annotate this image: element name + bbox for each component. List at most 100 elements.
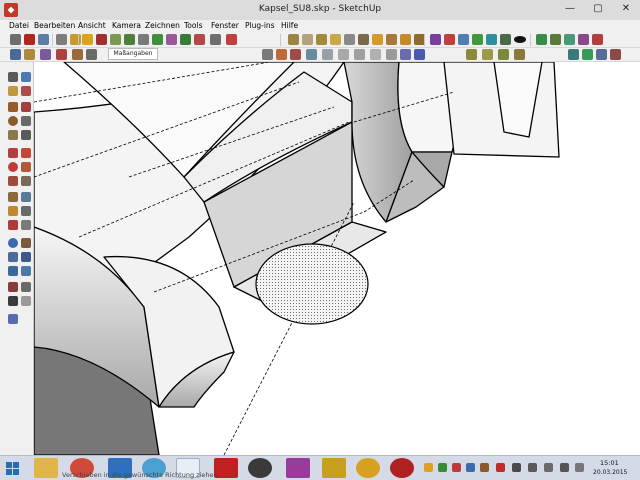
- clock-time[interactable]: 15:01: [600, 459, 619, 467]
- section-icon[interactable]: [386, 34, 397, 45]
- polygon-tool-icon[interactable]: [8, 130, 18, 140]
- undo-icon[interactable]: [110, 34, 121, 45]
- push-pull-tool-icon[interactable]: [21, 148, 31, 158]
- sandbox-tool-icon[interactable]: [8, 314, 18, 324]
- 3d-text-icon[interactable]: [21, 220, 31, 230]
- push-pull-icon[interactable]: [194, 34, 205, 45]
- outliner-icon[interactable]: [414, 49, 425, 60]
- camera-icon[interactable]: [390, 458, 414, 478]
- tray-app-icon-2[interactable]: [438, 463, 447, 472]
- menu-window[interactable]: Fenster: [211, 21, 239, 30]
- windows-start-icon[interactable]: [6, 462, 20, 476]
- move-tool-icon[interactable]: [8, 148, 18, 158]
- open-icon[interactable]: [24, 34, 35, 45]
- menu-tools[interactable]: Tools: [184, 21, 202, 30]
- textured-icon[interactable]: [322, 49, 333, 60]
- arc-tool-icon[interactable]: [21, 116, 31, 126]
- text-tool-icon[interactable]: [21, 206, 31, 216]
- file-explorer-icon[interactable]: [34, 458, 58, 478]
- position-camera-icon[interactable]: [514, 49, 525, 60]
- layer-icon[interactable]: [400, 49, 411, 60]
- circle-face[interactable]: [255, 243, 369, 325]
- arc-icon[interactable]: [472, 34, 483, 45]
- fog-icon[interactable]: [370, 49, 381, 60]
- wifi-icon[interactable]: [560, 463, 569, 472]
- dimension-icon[interactable]: [358, 34, 369, 45]
- position-camera-tool-icon[interactable]: [8, 282, 18, 292]
- model-info-icon[interactable]: [152, 34, 163, 45]
- paint-icon[interactable]: [180, 34, 191, 45]
- section-plane-icon[interactable]: [21, 296, 31, 306]
- menu-plugins[interactable]: Plug-ins: [245, 21, 275, 30]
- protractor-icon[interactable]: [372, 34, 383, 45]
- tray-flag-icon[interactable]: [496, 463, 505, 472]
- left-view-icon[interactable]: [86, 49, 97, 60]
- paint-bucket-icon[interactable]: [8, 86, 18, 96]
- walk-tool-icon[interactable]: [8, 296, 18, 306]
- flip-edge-icon[interactable]: [592, 34, 603, 45]
- select-icon[interactable]: [166, 34, 177, 45]
- menu-edit[interactable]: Bearbeiten: [34, 21, 75, 30]
- tray-app-icon-3[interactable]: [452, 463, 461, 472]
- wireframe-icon[interactable]: [276, 49, 287, 60]
- polygon-icon[interactable]: [500, 34, 511, 45]
- hidden-line-icon[interactable]: [290, 49, 301, 60]
- axes-icon[interactable]: [344, 34, 355, 45]
- monochrome-icon[interactable]: [338, 49, 349, 60]
- match-photo-icon[interactable]: [466, 49, 477, 60]
- modeling-canvas[interactable]: [34, 62, 640, 455]
- minimize-button[interactable]: —: [556, 0, 584, 18]
- tray-app-icon-1[interactable]: [424, 463, 433, 472]
- dimension-tool-icon[interactable]: [21, 192, 31, 202]
- headset-icon[interactable]: [356, 458, 380, 478]
- power-icon[interactable]: [544, 463, 553, 472]
- iso-view-icon[interactable]: [10, 49, 21, 60]
- line-tool-icon[interactable]: [21, 102, 31, 112]
- offset-tool-icon[interactable]: [21, 176, 31, 186]
- offset-icon[interactable]: [302, 34, 313, 45]
- right-view-icon[interactable]: [56, 49, 67, 60]
- materials-icon[interactable]: [582, 49, 593, 60]
- clock-date[interactable]: 20.03.2015: [593, 469, 627, 476]
- make-component-icon[interactable]: [21, 72, 31, 82]
- previous-view-icon[interactable]: [21, 266, 31, 276]
- scenes-icon[interactable]: [610, 49, 621, 60]
- game-icon[interactable]: [322, 458, 346, 478]
- cut-icon[interactable]: [56, 34, 67, 45]
- menu-draw[interactable]: Zeichnen: [145, 21, 180, 30]
- axes-tool-icon[interactable]: [8, 220, 18, 230]
- walk-icon[interactable]: [482, 49, 493, 60]
- front-view-icon[interactable]: [40, 49, 51, 60]
- protractor-tool-icon[interactable]: [8, 206, 18, 216]
- redo-icon[interactable]: [124, 34, 135, 45]
- edge-style-icon[interactable]: [386, 49, 397, 60]
- components-icon[interactable]: [568, 49, 579, 60]
- freehand-icon[interactable]: [486, 34, 497, 45]
- tab-dimensions[interactable]: Maßangaben: [108, 48, 158, 60]
- rectangle-icon[interactable]: [8, 102, 18, 112]
- move-icon[interactable]: [210, 34, 221, 45]
- menu-view[interactable]: Ansicht: [78, 21, 106, 30]
- drape-icon[interactable]: [578, 34, 589, 45]
- save-icon[interactable]: [38, 34, 49, 45]
- follow-me-icon[interactable]: [21, 162, 31, 172]
- tape-measure-icon[interactable]: [8, 192, 18, 202]
- xray-icon[interactable]: [262, 49, 273, 60]
- tray-app-icon-4[interactable]: [466, 463, 475, 472]
- look-around-tool-icon[interactable]: [21, 282, 31, 292]
- erase-icon[interactable]: [96, 34, 107, 45]
- print-icon[interactable]: [138, 34, 149, 45]
- close-button[interactable]: ✕: [612, 0, 640, 18]
- select-tool-icon[interactable]: [8, 72, 18, 82]
- paste-icon[interactable]: [82, 34, 93, 45]
- keyboard-icon[interactable]: [575, 463, 584, 472]
- tape-icon[interactable]: [316, 34, 327, 45]
- scale-icon[interactable]: [288, 34, 299, 45]
- volume-icon[interactable]: [528, 463, 537, 472]
- eraser-icon[interactable]: [21, 86, 31, 96]
- zoom-window-icon[interactable]: [21, 252, 31, 262]
- scale-tool-icon[interactable]: [8, 176, 18, 186]
- menu-camera[interactable]: Kamera: [112, 21, 141, 30]
- terrain-icon[interactable]: [550, 34, 561, 45]
- new-file-icon[interactable]: [10, 34, 21, 45]
